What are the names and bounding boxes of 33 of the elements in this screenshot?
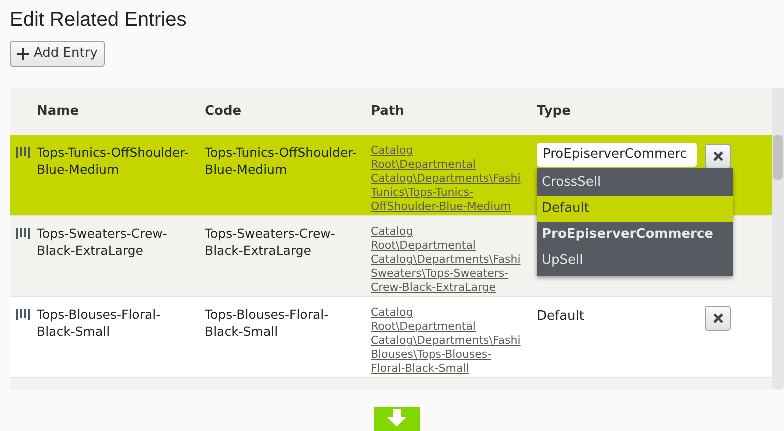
remove-button[interactable] — [705, 306, 731, 331]
column-header: Name — [37, 102, 80, 121]
column-header: Code — [205, 102, 243, 121]
down-arrow-icon — [387, 409, 407, 427]
code-cell-text: Tops-Sweaters-Crew-Black-ExtraLarge — [205, 225, 336, 259]
close-icon — [712, 313, 724, 324]
drag-handle-icon[interactable] — [16, 147, 30, 158]
type-cell-text: Default — [537, 308, 584, 326]
scrollbar-thumb[interactable] — [773, 135, 783, 180]
code-cell-text: Tops-Blouses-Floral-Black-Small — [205, 306, 330, 340]
name-cell-text: Tops-Blouses-Floral-Black-Small — [37, 306, 162, 340]
dropdown-option[interactable]: CrossSell — [537, 170, 733, 196]
path-link[interactable]: Catalog Root\Departmental Catalog\Departments\Fashi Blouses\Tops-Blouses- Floral-Black-Small — [371, 306, 529, 376]
add-entry-button[interactable]: Add Entry — [10, 41, 105, 67]
scrollbar[interactable] — [772, 88, 784, 390]
drag-handle-icon[interactable] — [16, 309, 30, 320]
type-field[interactable]: ProEpiserverCommerc — [537, 143, 697, 167]
close-icon — [712, 151, 724, 162]
column-header: Type — [537, 102, 572, 121]
remove-button[interactable] — [705, 144, 731, 169]
table-row[interactable]: Tops-Blouses-Floral-Black-Small Tops-Blouses-Floral-Black-Small Catalog Root\Departmental Catalog\Departments\Fashi Blouses\Tops-Blouses- Floral-Black-Small Default — [10, 297, 772, 378]
column-header: Path — [371, 102, 406, 121]
path-link[interactable]: Catalog Root\Departmental Catalog\Departments\Fashi Tunics\Tops-Tunics- OffShoulder-Blue-Medium — [371, 144, 529, 214]
path-link[interactable]: Catalog Root\Departmental Catalog\Departments\Fashi Sweaters\Tops-Sweaters- Crew-Black-ExtraLarge — [371, 225, 529, 295]
name-cell-text: Tops-Tunics-OffShoulder-Blue-Medium — [37, 144, 190, 178]
drag-handle-icon[interactable] — [16, 228, 30, 239]
plus-icon — [17, 48, 29, 60]
page-title: Edit Related Entries — [10, 8, 187, 33]
dropdown-option[interactable]: ProEpiserverCommerce — [537, 222, 733, 248]
dropdown-option[interactable]: UpSell — [537, 248, 733, 274]
code-cell-text: Tops-Tunics-OffShoulder-Blue-Medium — [205, 144, 358, 178]
name-cell-text: Tops-Sweaters-Crew-Black-ExtraLarge — [37, 225, 168, 259]
dropdown-option[interactable]: Default — [537, 196, 733, 222]
